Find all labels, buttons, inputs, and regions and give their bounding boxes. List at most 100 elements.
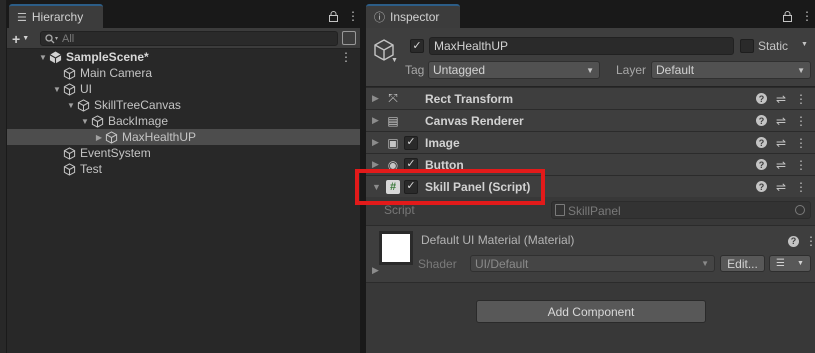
gameobject-cube-icon: [77, 98, 94, 112]
tab-hierarchy[interactable]: ☰ Hierarchy: [9, 4, 103, 28]
preset-sliders-icon[interactable]: ⇌: [776, 114, 786, 128]
script-object-field[interactable]: SkillPanel: [551, 201, 811, 219]
component-tools: ? ⇌ ⋮: [755, 114, 807, 128]
component-header[interactable]: ▶ ▣ ✓ Image? ⇌ ⋮: [366, 131, 815, 153]
component-header[interactable]: ▶ ⤧ Rect Transform? ⇌ ⋮: [366, 87, 815, 109]
hierarchy-row[interactable]: EventSystem: [7, 145, 360, 161]
plus-icon: +: [12, 30, 21, 47]
collapse-arrow-icon[interactable]: ▶: [372, 115, 379, 126]
help-icon[interactable]: ?: [755, 115, 767, 126]
hierarchy-row-label: SkillTreeCanvas: [94, 98, 181, 112]
collapse-arrow-icon[interactable]: ▶: [372, 93, 379, 104]
material-name: Default UI Material (Material): [421, 233, 575, 247]
preset-sliders-icon[interactable]: ⇌: [776, 180, 786, 194]
lock-icon[interactable]: [329, 10, 338, 22]
hierarchy-row-label: Test: [80, 162, 103, 176]
hierarchy-toolbar: + ▼ ▾ All: [7, 28, 360, 49]
component-tools: ? ⇌ ⋮: [755, 92, 807, 106]
script-label: Script: [384, 203, 415, 217]
shader-label: Shader: [418, 257, 457, 271]
search-dropdown-icon: ▾: [55, 36, 59, 42]
more-options-icon[interactable]: ⋮: [795, 114, 807, 128]
shader-options-dropdown[interactable]: ☰ ▼: [769, 255, 811, 272]
hierarchy-row[interactable]: Main Camera: [7, 65, 360, 81]
gameobject-cube-icon: [63, 82, 80, 96]
layer-value: Default: [656, 63, 695, 77]
help-icon[interactable]: ?: [755, 93, 767, 104]
add-component-button[interactable]: Add Component: [476, 300, 706, 323]
hierarchy-row[interactable]: ▼ SampleScene* ⋮: [7, 49, 360, 65]
object-name-field[interactable]: MaxHealthUP: [429, 37, 734, 55]
material-foldout-arrow[interactable]: ▶: [372, 265, 379, 276]
static-dropdown-icon[interactable]: ▼: [801, 41, 808, 48]
help-icon[interactable]: ?: [755, 137, 767, 148]
script-file-icon: [555, 204, 565, 216]
static-checkbox[interactable]: [740, 39, 754, 53]
lock-icon[interactable]: [783, 10, 792, 22]
hierarchy-row[interactable]: ▼ BackImage: [7, 113, 360, 129]
gameobject-cube-icon: [63, 162, 80, 176]
shader-dropdown[interactable]: UI/Default ▼: [470, 255, 715, 272]
more-options-icon[interactable]: ⋮: [795, 180, 807, 194]
create-button[interactable]: + ▼: [12, 30, 38, 47]
hierarchy-row[interactable]: ▼ SkillTreeCanvas: [7, 97, 360, 113]
expand-arrow-icon[interactable]: ▼: [79, 117, 91, 126]
component-header[interactable]: ▶ ▤ Canvas Renderer? ⇌ ⋮: [366, 109, 815, 131]
expand-arrow-icon[interactable]: ▼: [65, 101, 77, 110]
material-swatch: [382, 234, 410, 262]
hierarchy-row[interactable]: ▶ MaxHealthUP: [7, 129, 360, 145]
tag-dropdown[interactable]: Untagged ▼: [428, 61, 600, 79]
more-options-icon[interactable]: ⋮: [805, 234, 815, 248]
hierarchy-search-input[interactable]: ▾ All: [40, 31, 338, 46]
canvas-renderer-icon: ▤: [387, 113, 399, 128]
expand-arrow-icon[interactable]: ▼: [37, 53, 49, 62]
preset-sliders-icon[interactable]: ⇌: [776, 158, 786, 172]
shader-edit-button[interactable]: Edit...: [720, 255, 765, 272]
expand-arrow-icon[interactable]: ▼: [51, 85, 63, 94]
chevron-down-icon: ▼: [797, 260, 804, 267]
component-enabled-checkbox[interactable]: ✓: [404, 135, 418, 150]
material-preview[interactable]: [379, 231, 413, 265]
hierarchy-row[interactable]: ▼ UI: [7, 81, 360, 97]
more-options-icon[interactable]: ⋮: [347, 9, 359, 23]
hierarchy-row-label: SampleScene*: [66, 50, 149, 64]
shader-value: UI/Default: [475, 256, 529, 271]
gameobject-header: ▼ ✓ MaxHealthUP Static ▼ Tag Untagged ▼ …: [366, 28, 815, 87]
help-icon[interactable]: ?: [788, 235, 799, 247]
help-icon[interactable]: ?: [755, 181, 767, 192]
more-options-icon[interactable]: ⋮: [795, 92, 807, 106]
gameobject-cube-icon: [105, 130, 122, 144]
layer-dropdown[interactable]: Default ▼: [651, 61, 811, 79]
more-options-icon[interactable]: ⋮: [340, 50, 352, 64]
inspector-tabbar: ⓘ Inspector ⋮: [366, 0, 815, 28]
collapse-arrow-icon[interactable]: ▶: [372, 137, 379, 148]
preset-sliders-icon[interactable]: ⇌: [776, 136, 786, 150]
component-name: Image: [425, 135, 460, 150]
info-icon: ⓘ: [374, 12, 385, 24]
chevron-down-icon: ▼: [22, 35, 30, 42]
script-value: SkillPanel: [568, 204, 621, 218]
more-options-icon[interactable]: ⋮: [795, 158, 807, 172]
hierarchy-tab-controls: ⋮: [329, 8, 359, 24]
object-picker-icon[interactable]: [795, 205, 805, 215]
component-tools: ? ⇌ ⋮: [755, 158, 807, 172]
preset-sliders-icon[interactable]: ⇌: [776, 92, 786, 106]
more-options-icon[interactable]: ⋮: [795, 136, 807, 150]
more-options-icon[interactable]: ⋮: [801, 9, 813, 23]
help-icon[interactable]: ?: [755, 159, 767, 170]
search-icon: [45, 33, 55, 43]
gameobject-cube-icon: [63, 66, 80, 80]
collapse-arrow-icon[interactable]: ▶: [93, 133, 105, 142]
search-filter-button[interactable]: [342, 31, 356, 45]
component-name: Canvas Renderer: [425, 113, 524, 128]
hierarchy-row[interactable]: Test: [7, 161, 360, 177]
material-tools: ? ⋮: [788, 234, 815, 248]
material-section: ▶ Default UI Material (Material) ? ⋮ Sha…: [366, 225, 815, 282]
icon-dropdown-icon[interactable]: ▼: [391, 57, 398, 64]
active-checkbox[interactable]: ✓: [410, 39, 424, 53]
layer-label: Layer: [616, 63, 647, 77]
component-tools: ? ⇌ ⋮: [755, 180, 807, 194]
rect-transform-icon: ⤧: [388, 91, 398, 105]
unity-scene-icon: [49, 50, 66, 64]
tab-inspector[interactable]: ⓘ Inspector: [366, 4, 460, 28]
